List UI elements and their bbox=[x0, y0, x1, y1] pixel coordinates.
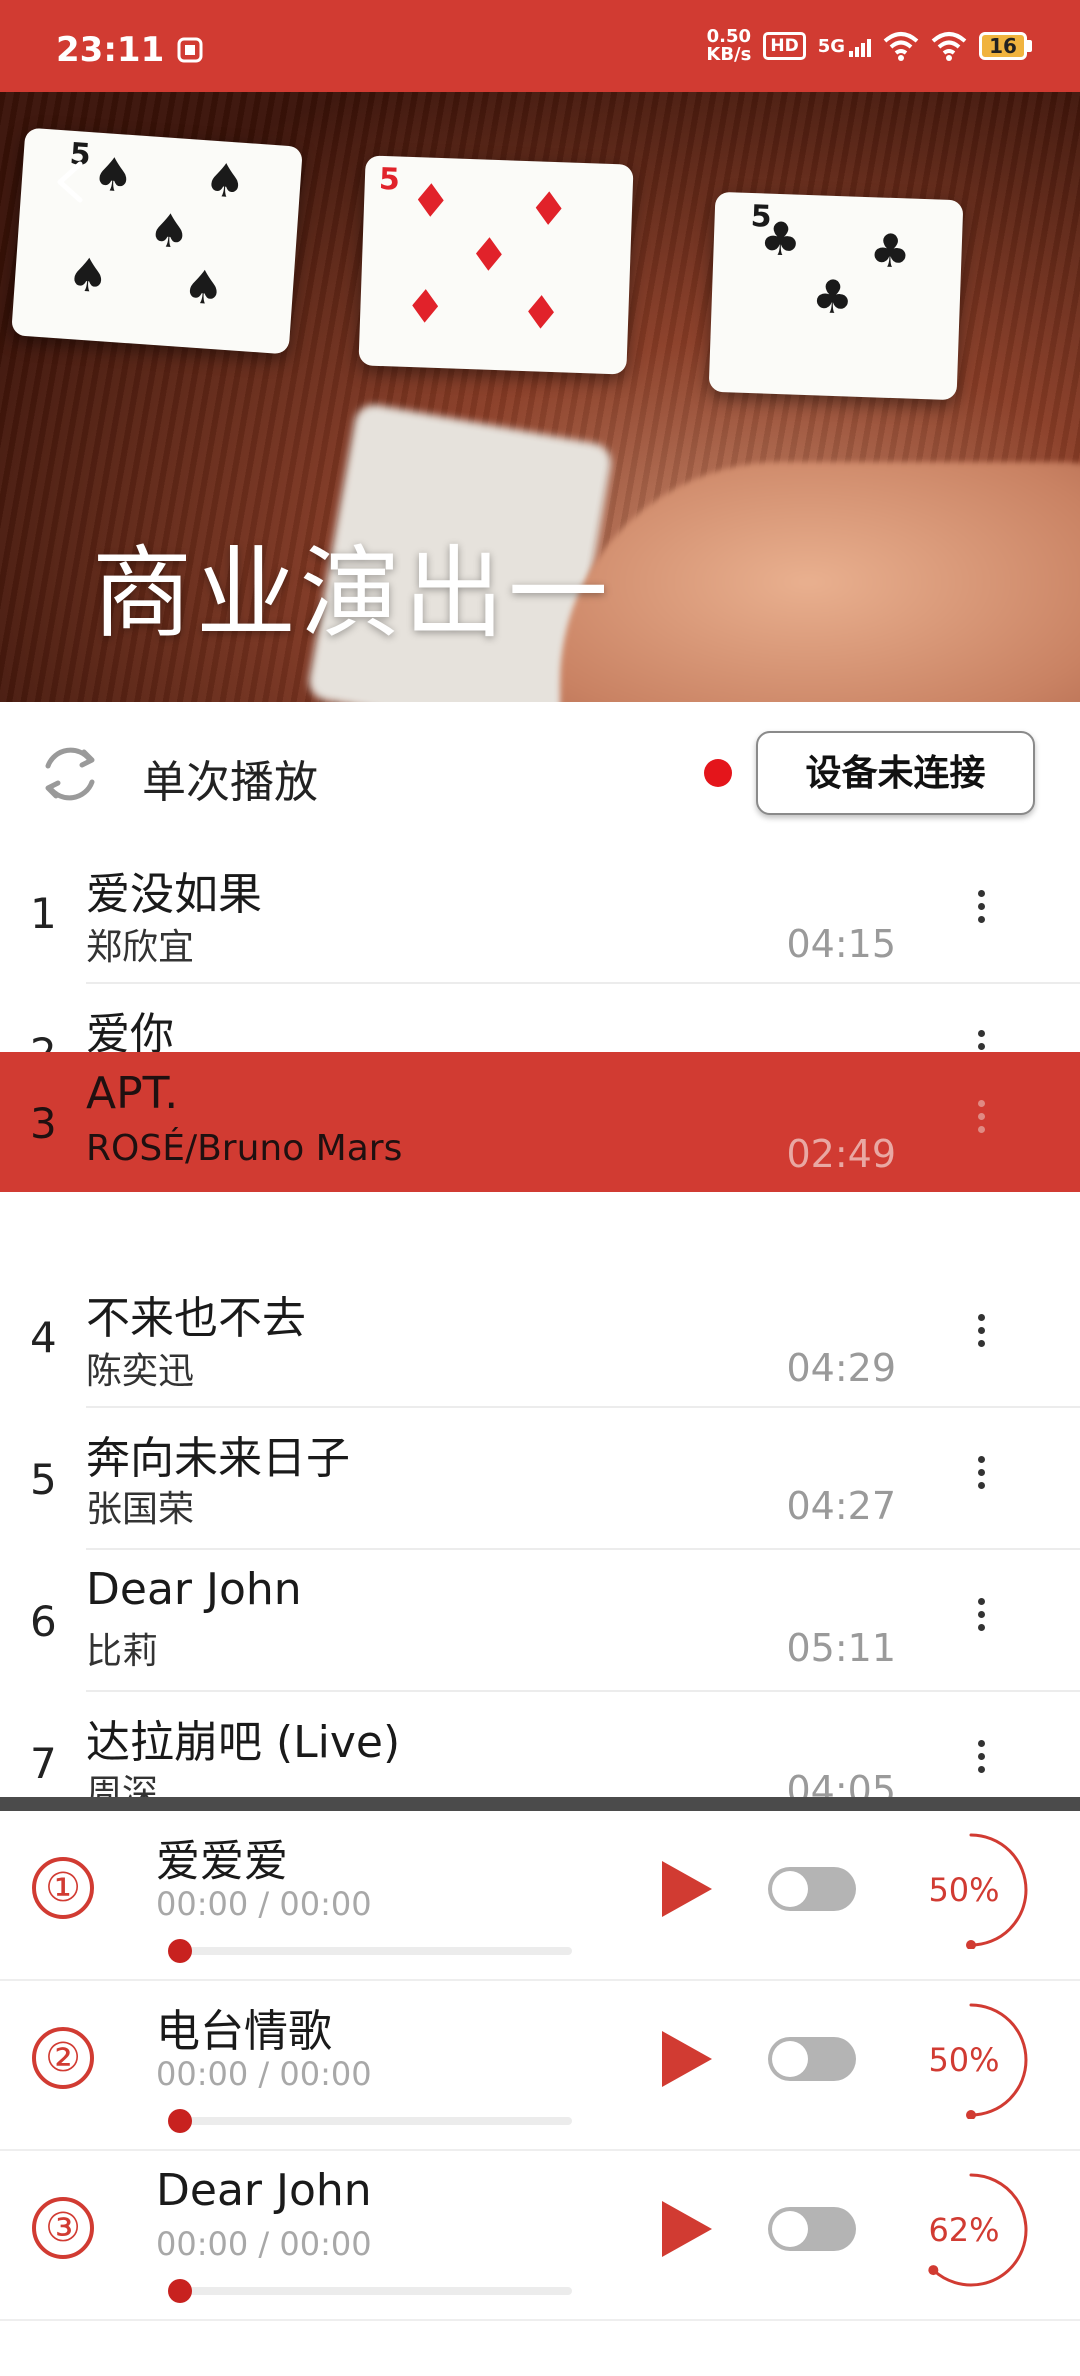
slot-number: ③ bbox=[32, 2197, 94, 2259]
hd-badge: HD bbox=[763, 32, 806, 60]
clock: 23:11 bbox=[56, 30, 165, 70]
signal-icon: 5G bbox=[818, 36, 871, 57]
more-vertical-icon[interactable] bbox=[966, 1734, 996, 1794]
song-artist: 张国荣 bbox=[86, 1489, 195, 1530]
play-icon[interactable] bbox=[660, 1859, 714, 1919]
slot-toggle[interactable] bbox=[768, 1867, 856, 1911]
player-slot-3: ③ Dear John 00:00 / 00:00 62% bbox=[0, 2151, 1080, 2319]
song-row-6[interactable]: 6 Dear John 比莉 05:11 bbox=[0, 1550, 1080, 1690]
notification-icon bbox=[177, 37, 203, 63]
more-vertical-icon[interactable] bbox=[966, 1308, 996, 1368]
play-icon[interactable] bbox=[660, 2029, 714, 2089]
slot-divider bbox=[0, 2319, 1080, 2321]
song-artist: 陈奕迅 bbox=[86, 1351, 195, 1392]
slot-title: Dear John bbox=[156, 2165, 372, 2216]
slot-progress-thumb[interactable] bbox=[168, 2109, 192, 2133]
slot-title: 爱爱爱 bbox=[156, 1836, 288, 1887]
song-title: 奔向未来日子 bbox=[86, 1433, 350, 1484]
song-row-4[interactable]: 4 不来也不去 陈奕迅 04:29 bbox=[0, 1266, 1080, 1406]
song-index: 5 bbox=[30, 1455, 57, 1504]
status-time: 23:11 bbox=[56, 30, 204, 70]
song-artist: 周深 bbox=[86, 1773, 159, 1797]
slot-time: 00:00 / 00:00 bbox=[156, 2055, 372, 2093]
song-duration: 04:05 bbox=[786, 1768, 896, 1797]
song-duration: 04:27 bbox=[786, 1484, 896, 1528]
card-five-of-diamonds: 5 ♦ ♦ ♦ ♦ ♦ bbox=[358, 155, 634, 375]
battery-icon: 16 bbox=[979, 32, 1032, 60]
slot-toggle[interactable] bbox=[768, 2037, 856, 2081]
slot-number: ② bbox=[32, 2027, 94, 2089]
card-five-of-clubs: 5 ♣ ♣ ♣ bbox=[708, 191, 964, 401]
play-mode-label[interactable]: 单次播放 bbox=[142, 746, 318, 810]
back-icon[interactable] bbox=[44, 152, 104, 212]
slot-progress-track[interactable] bbox=[172, 1947, 572, 1955]
play-icon[interactable] bbox=[660, 2199, 714, 2259]
slot-toggle[interactable] bbox=[768, 2207, 856, 2251]
more-vertical-icon[interactable] bbox=[966, 1024, 996, 1052]
connection-status-dot bbox=[704, 759, 732, 787]
song-title: 不来也不去 bbox=[86, 1293, 306, 1344]
wifi-icon-2 bbox=[931, 32, 967, 61]
volume-label: 50% bbox=[928, 2041, 1000, 2079]
slot-progress-track[interactable] bbox=[172, 2117, 572, 2125]
song-row-7[interactable]: 7 达拉崩吧 (Live) 周深 04:05 bbox=[0, 1692, 1080, 1797]
slot-progress-thumb[interactable] bbox=[168, 2279, 192, 2303]
status-indicators: 0.50 KB/s HD 5G 16 bbox=[706, 28, 1032, 64]
song-title: APT. bbox=[86, 1068, 179, 1119]
slot-time: 00:00 / 00:00 bbox=[156, 1885, 372, 1923]
album-cover: 5 ♠ ♠ ♠ ♠ ♠ 5 ♦ ♦ ♦ ♦ ♦ 5 ♣ ♣ ♣ 商业演出一 bbox=[0, 92, 1080, 702]
player-dock: ① 爱爱爱 00:00 / 00:00 50% ② 电台情歌 00:00 / 0… bbox=[0, 1811, 1080, 2376]
song-row-5[interactable]: 5 奔向未来日子 张国荣 04:27 bbox=[0, 1408, 1080, 1548]
dock-separator bbox=[0, 1797, 1080, 1811]
device-connect-button[interactable]: 设备未连接 bbox=[756, 731, 1035, 815]
song-row-2[interactable]: 2 爱你 bbox=[0, 982, 1080, 1052]
song-index: 7 bbox=[30, 1739, 57, 1788]
song-artist: ROSÉ/Bruno Mars bbox=[86, 1128, 403, 1169]
slot-title: 电台情歌 bbox=[156, 2006, 332, 2057]
song-duration: 05:11 bbox=[786, 1626, 896, 1670]
song-index: 2 bbox=[30, 1029, 57, 1052]
song-index: 3 bbox=[30, 1099, 57, 1148]
more-vertical-icon[interactable] bbox=[966, 1094, 996, 1154]
more-vertical-icon[interactable] bbox=[966, 884, 996, 944]
song-duration: 02:49 bbox=[786, 1132, 896, 1176]
player-slot-1: ① 爱爱爱 00:00 / 00:00 50% bbox=[0, 1811, 1080, 1979]
song-title: Dear John bbox=[86, 1564, 302, 1615]
slot-progress-thumb[interactable] bbox=[168, 1939, 192, 1963]
song-index: 1 bbox=[30, 889, 57, 938]
status-bar: 23:11 0.50 KB/s HD 5G 16 bbox=[0, 0, 1080, 92]
song-list: 1 爱没如果 郑欣宜 04:15 2 爱你 3 APT. ROSÉ/Bruno … bbox=[0, 842, 1080, 1797]
more-vertical-icon[interactable] bbox=[966, 1450, 996, 1510]
volume-label: 50% bbox=[928, 1871, 1000, 1909]
slot-time: 00:00 / 00:00 bbox=[156, 2225, 372, 2263]
wifi-icon bbox=[883, 32, 919, 61]
repeat-icon[interactable] bbox=[34, 738, 106, 810]
slot-progress-track[interactable] bbox=[172, 2287, 572, 2295]
song-duration: 04:29 bbox=[786, 1346, 896, 1390]
song-index: 4 bbox=[30, 1313, 57, 1362]
volume-label: 62% bbox=[928, 2211, 1000, 2249]
song-artist: 郑欣宜 bbox=[86, 927, 195, 968]
song-title: 达拉崩吧 (Live) bbox=[86, 1717, 401, 1768]
more-vertical-icon[interactable] bbox=[966, 1592, 996, 1652]
slot-number: ① bbox=[32, 1857, 94, 1919]
song-row-3-playing[interactable]: 3 APT. ROSÉ/Bruno Mars 02:49 bbox=[0, 1052, 1080, 1192]
song-index: 6 bbox=[30, 1597, 57, 1646]
song-artist: 比莉 bbox=[86, 1631, 159, 1672]
player-slot-2: ② 电台情歌 00:00 / 00:00 50% bbox=[0, 1981, 1080, 2149]
song-title: 爱你 bbox=[86, 1009, 174, 1052]
net-speed: 0.50 KB/s bbox=[706, 26, 752, 65]
playlist-title: 商业演出一 bbox=[92, 535, 612, 652]
song-row-1[interactable]: 1 爱没如果 郑欣宜 04:15 bbox=[0, 842, 1080, 982]
song-title: 爱没如果 bbox=[86, 869, 262, 920]
song-duration: 04:15 bbox=[786, 922, 896, 966]
